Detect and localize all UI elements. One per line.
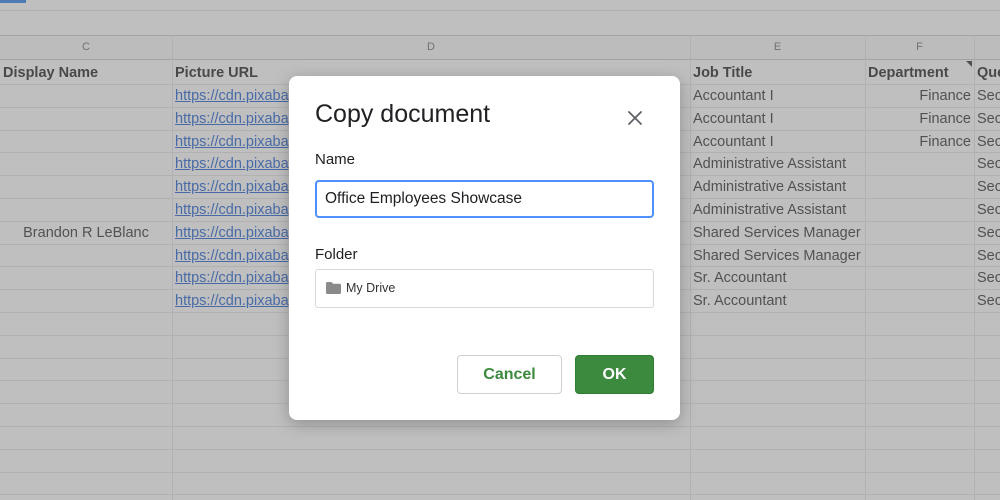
name-label: Name <box>315 151 356 168</box>
close-button[interactable] <box>623 106 647 130</box>
ok-button[interactable]: OK <box>575 355 654 394</box>
dialog-title: Copy document <box>315 100 491 128</box>
folder-icon <box>326 282 341 294</box>
folder-label: Folder <box>315 246 358 263</box>
copy-document-dialog: Copy document Name Folder My Drive Cance… <box>289 76 680 420</box>
folder-picker[interactable]: My Drive <box>315 269 654 308</box>
close-icon <box>628 111 642 125</box>
name-input[interactable] <box>315 180 654 218</box>
folder-name: My Drive <box>346 281 396 295</box>
cancel-button[interactable]: Cancel <box>457 355 562 394</box>
